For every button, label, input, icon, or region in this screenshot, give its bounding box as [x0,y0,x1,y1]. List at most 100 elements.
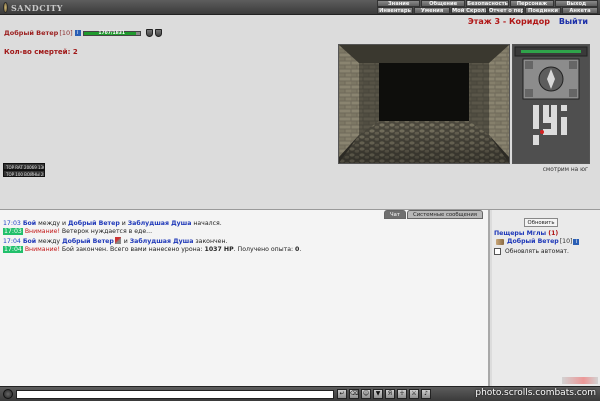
emblem-icon [3,2,8,13]
chat-pane: Чат Системные сообщения 17:03 Бой между … [0,210,490,386]
fight-icon[interactable]: ⚔ [409,389,419,399]
counter-banner[interactable]: TOP RAT 20069 1366 [3,163,45,170]
room-count: (1) [548,230,559,237]
counter-banner[interactable]: TOP 100 ВОЙНЫ 28149 [3,170,45,177]
tab-chat[interactable]: Чат [384,210,407,219]
exit-link[interactable]: Выйти [559,17,588,26]
menu-item-exit[interactable]: Выход [554,0,599,7]
message-time[interactable]: 17:03 [3,228,23,236]
auto-refresh-option: Обновлять автомат. [494,248,569,255]
message-text: и [121,237,130,245]
location-name: Этаж 3 - Коридор [467,17,551,26]
message-text: Внимание! [24,228,60,236]
hp-bar: 1707/1831 [82,30,141,36]
menu-row-bottom: Инвентарь Умения Мой Скролл Отчет о пере… [376,7,598,14]
player-status: Добрый Ветер [10] i 1707/1831 [4,29,164,37]
rating-counters: TOP RAT 20069 1366 TOP 100 ВОЙНЫ 28149 [3,163,45,177]
sound-icon[interactable]: ♪ [421,389,431,399]
bottom-bar: ↵ ⌫ ☺ ▼ Я ☥ ⚔ ♪ photo.scrolls.combats.co… [0,386,600,401]
player-link[interactable]: Заблудшая Душа [130,238,194,245]
menu-item-security[interactable]: Безопасность [465,0,510,7]
decorative-bar [562,377,598,384]
menu-item-fights[interactable]: Поединки [525,7,561,14]
player-name[interactable]: Добрый Ветер [4,29,58,37]
player-link[interactable]: Бой [23,220,36,227]
message-time[interactable]: 17:04 [3,246,23,254]
room-title: Пещеры Мглы (1) [494,230,558,237]
chat-message: 17:04 Бой между Добрый Ветер и Заблудшая… [3,236,482,246]
chat-log: 17:03 Бой между и Добрый Ветер и Заблудш… [3,220,482,255]
room-player-level: [10] [559,238,573,245]
top-bar: SANDCITY Знание Общение Безопасность Пер… [0,0,600,15]
room-name: Пещеры Мглы [494,230,547,237]
player-link[interactable]: Бой [23,238,36,245]
menu-item-inventory[interactable]: Инвентарь [377,7,413,14]
hp-text: 1707/1831 [98,30,126,36]
menu-item-character[interactable]: Персонаж [510,0,554,7]
game-area: Добрый Ветер [10] i 1707/1831 Кол-во сме… [0,16,600,209]
shield-icon[interactable] [145,29,153,37]
message-text: Внимание! [24,246,60,254]
game-logo: SANDCITY [3,1,63,14]
chat-input[interactable] [16,390,334,399]
message-time[interactable]: 17:04 [3,238,21,245]
tab-system-messages[interactable]: Системные сообщения [407,210,483,219]
dungeon-view[interactable] [338,44,510,164]
refresh-button[interactable]: Обновить [524,218,558,227]
minimap-graphic [513,45,589,163]
message-text: Ветерок нуждается в еде... [59,228,153,236]
clear-icon[interactable]: ⌫ [349,389,359,399]
message-text: закончен. [193,237,228,245]
room-player-name[interactable]: Добрый Ветер [507,238,559,245]
player-link[interactable]: Заблудшая Душа [128,220,192,227]
location-header: Этаж 3 - Коридор Выйти [468,17,588,26]
logo-text: SANDCITY [10,2,63,13]
info-icon[interactable]: i [573,238,580,245]
menu-item-transfers[interactable]: Отчет о переводах [488,7,524,14]
message-text: начался. [191,220,222,227]
hand-icon[interactable] [496,238,504,245]
message-text: между и [36,220,69,227]
filter-icon[interactable]: ▼ [373,389,383,399]
player-link[interactable]: Добрый Ветер [62,238,114,245]
chat-message: 17:04 Внимание! Бой закончен. Всего вами… [3,246,482,254]
auto-refresh-label: Обновлять автомат. [505,248,569,255]
main-menu: Знание Общение Безопасность Персонаж Вых… [376,0,599,14]
message-text: между [36,237,63,245]
smiley-icon[interactable]: ☺ [361,389,371,399]
globe-icon[interactable] [3,389,13,399]
message-time[interactable]: 17:03 [3,220,21,227]
translit-icon[interactable]: Я [385,389,395,399]
message-text: . Получено опыта: [233,246,296,254]
watermark: photo.scrolls.combats.com [475,388,596,398]
message-text: . [299,246,302,254]
menu-row-top: Знание Общение Безопасность Персонаж Вых… [376,0,599,7]
info-icon[interactable]: i [74,30,81,36]
corridor-scene [339,45,509,163]
room-player-entry: Добрый Ветер [10] i [496,238,581,245]
menu-item-profile[interactable]: Анкета [562,7,598,14]
chat-tabs: Чат Системные сообщения [383,210,483,219]
chat-message: 17:03 Внимание! Ветерок нуждается в еде.… [3,228,482,236]
minimap[interactable] [512,44,590,164]
deaths-value: 2 [72,48,78,56]
message-text: Бой закончен. Всего вами нанесено урона: [59,246,205,254]
menu-item-skills[interactable]: Умения [414,7,450,14]
send-icon[interactable]: ↵ [337,389,347,399]
deaths-label: Кол-во смертей: [4,48,71,56]
menu-item-communication[interactable]: Общение [421,0,465,7]
chat-message: 17:03 Бой между и Добрый Ветер и Заблудш… [3,220,482,228]
chat-toolbar: ↵ ⌫ ☺ ▼ Я ☥ ⚔ ♪ [337,389,433,399]
menu-item-my-scroll[interactable]: Мой Скролл [451,7,487,14]
auto-refresh-checkbox[interactable] [494,248,501,255]
menu-item-knowledge[interactable]: Знание [377,0,421,7]
message-text: 1037 HP [204,246,234,254]
player-link[interactable]: Добрый Ветер [68,220,120,227]
armor-icon[interactable] [154,29,162,37]
death-counter: Кол-во смертей: 2 [4,48,78,56]
player-level: [10] [59,29,73,37]
person-icon[interactable]: ☥ [397,389,407,399]
room-panel: Обновить Пещеры Мглы (1) Добрый Ветер [1… [492,210,600,386]
weapon-icon [114,236,121,244]
message-text: и [119,220,128,227]
